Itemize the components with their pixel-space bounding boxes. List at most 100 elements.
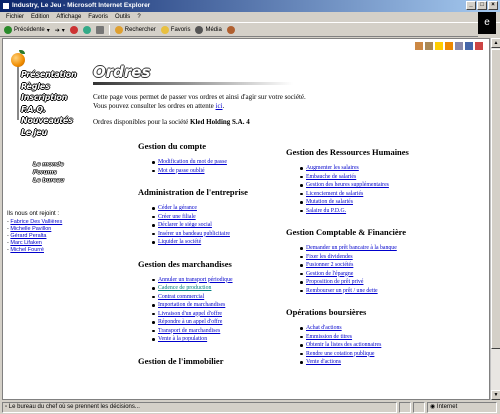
nav-news[interactable]: Nouveautés [21,115,76,127]
order-link[interactable]: Proposition de prêt privé [306,279,363,285]
order-link[interactable]: Salaire du P.D.G. [306,208,346,214]
forward-button[interactable]: ➔ ▾ [55,27,65,34]
order-item: Rembourser un prêt / une dette [300,287,466,296]
order-link[interactable]: Liquider la société [158,239,201,245]
order-link[interactable]: Cadence de production [158,285,211,291]
order-link[interactable]: Modification du mot de passe [158,159,227,165]
member-link[interactable]: Gérard Peralta [10,233,46,239]
scroll-up-button[interactable]: ▲ [491,38,500,48]
leaf-icon [19,50,25,54]
order-link[interactable]: Obtenir la listes des actionnaires [306,342,381,348]
order-link[interactable]: Licenciement de salariés [306,191,363,197]
menu-file[interactable]: Fichier [6,14,24,20]
back-button[interactable]: Précédente ▾ [4,26,50,34]
company-prefix: Ordres disponibles pour la société [93,118,191,126]
order-link[interactable]: Mutation de salariés [306,199,353,205]
refresh-icon[interactable] [82,26,91,34]
tool-icon-3[interactable] [435,42,443,50]
order-link[interactable]: Gestion de l'épargne [306,271,353,277]
nav-signup[interactable]: Inscription [21,92,76,104]
company-line: Ordres disponibles pour la société Kled … [93,118,463,126]
scroll-thumb[interactable] [491,49,500,349]
minimize-button[interactable]: _ [466,1,476,10]
vertical-scrollbar[interactable]: ▲ ▼ [490,38,500,400]
order-link[interactable]: Importation de marchandises [158,302,225,308]
nav-world[interactable]: Le monde [33,161,64,169]
tool-icon-6[interactable] [465,42,473,50]
close-button[interactable]: × [488,1,498,10]
order-link[interactable]: Demander un prêt bancaire à la banque [306,245,397,251]
order-link[interactable]: Déclarer le siège social [158,222,212,228]
order-link[interactable]: Mot de passe oublié [158,168,205,174]
order-link[interactable]: Gestion des heures supplémentaires [306,182,389,188]
section-title: Gestion des Ressources Humaines [286,147,409,157]
globe-icon: ◉ [430,404,437,410]
window-title: Industry, Le Jeu - Microsoft Internet Ex… [12,2,151,9]
favorites-star-icon [160,26,169,34]
order-link[interactable]: Transport de marchandises [158,328,220,334]
nav-presentation[interactable]: Présentation [21,69,77,81]
menu-tools[interactable]: Outils [115,14,130,20]
member-item: - Michel Fourré [7,247,44,253]
member-link[interactable]: Michelle Pavillon [10,226,51,232]
tool-icon-5[interactable] [455,42,463,50]
order-link[interactable]: Annuler un transport périodique [158,277,233,283]
security-zone: ◉ Internet [427,402,497,413]
favorites-button[interactable]: Favoris [160,26,191,34]
member-link[interactable]: Marc Lifaken [10,240,42,246]
tool-icon-2[interactable] [425,42,433,50]
pending-orders-link[interactable]: ici [216,102,223,110]
order-link[interactable]: Fixer les dividendes [306,254,353,260]
nav-faq[interactable]: F.A.Q. [21,104,76,116]
forward-arrow-icon: ➔ [54,27,60,34]
order-item: Licenciement de salariés [300,190,466,199]
order-link[interactable]: Rendre une cotation publique [306,351,374,357]
menu-bar: Fichier Edition Affichage Favoris Outils… [0,12,500,23]
order-item: Augmenter les salaires [300,164,466,173]
menu-edit[interactable]: Edition [31,14,49,20]
ie-throbber-icon: e [478,12,496,34]
nav-game[interactable]: Le jeu [21,127,76,139]
member-item: - Marc Lifaken [7,240,42,246]
orange-logo-icon [11,53,25,67]
order-link[interactable]: Emmission de titres [306,334,352,340]
order-link[interactable]: Vente d'actions [306,359,341,365]
order-link[interactable]: Livraison d'un appel d'offre [158,311,222,317]
menu-help[interactable]: ? [137,14,140,20]
order-link[interactable]: Insérer un bandeau publicitaire [158,231,230,237]
history-icon[interactable] [226,26,235,34]
intro-line-2: Vous pouvez consulter les ordres en atte… [93,102,463,111]
nav-forums[interactable]: Forums [33,169,64,177]
search-button[interactable]: Rechercher [114,26,156,34]
nav-rules[interactable]: Règles [21,81,76,93]
order-link[interactable]: Contrat commercial [158,294,204,300]
nav-office[interactable]: Le bureau [33,177,64,185]
tool-icon-1[interactable] [415,42,423,50]
order-link[interactable]: Augmenter les salaires [306,165,359,171]
media-button[interactable]: Média [195,26,222,34]
search-icon [114,26,123,34]
order-link[interactable]: Répondre à un appel d'offre [158,319,222,325]
order-link[interactable]: Achat d'actions [306,325,342,331]
tool-icon-7[interactable] [475,42,483,50]
intro-line-2-text: Vous pouvez consulter les ordres en atte… [93,102,216,110]
scroll-down-button[interactable]: ▼ [491,390,500,400]
tool-icon-4[interactable] [445,42,453,50]
order-link[interactable]: Vente à la population [158,336,207,342]
order-link[interactable]: Embauche de salariés [306,174,356,180]
order-link[interactable]: Créer une filiale [158,214,196,220]
title-underline [93,82,293,85]
stop-icon[interactable] [69,26,78,34]
favorites-label: Favoris [170,27,191,33]
menu-view[interactable]: Affichage [56,14,81,20]
maximize-button[interactable]: □ [477,1,487,10]
order-link[interactable]: Fusionner 2 sociétés [306,262,353,268]
member-link[interactable]: Michel Fourré [10,247,44,253]
order-link[interactable]: Rembourser un prêt / une dette [306,288,378,294]
intro-line-2-end: . [222,102,225,110]
status-text: Le bureau du chef où se prennent les déc… [8,404,140,410]
member-link[interactable]: Fabrice Des Vallières [10,219,62,225]
menu-favorites[interactable]: Favoris [88,14,108,20]
home-icon[interactable] [95,26,104,34]
order-link[interactable]: Céder la gérance [158,205,197,211]
